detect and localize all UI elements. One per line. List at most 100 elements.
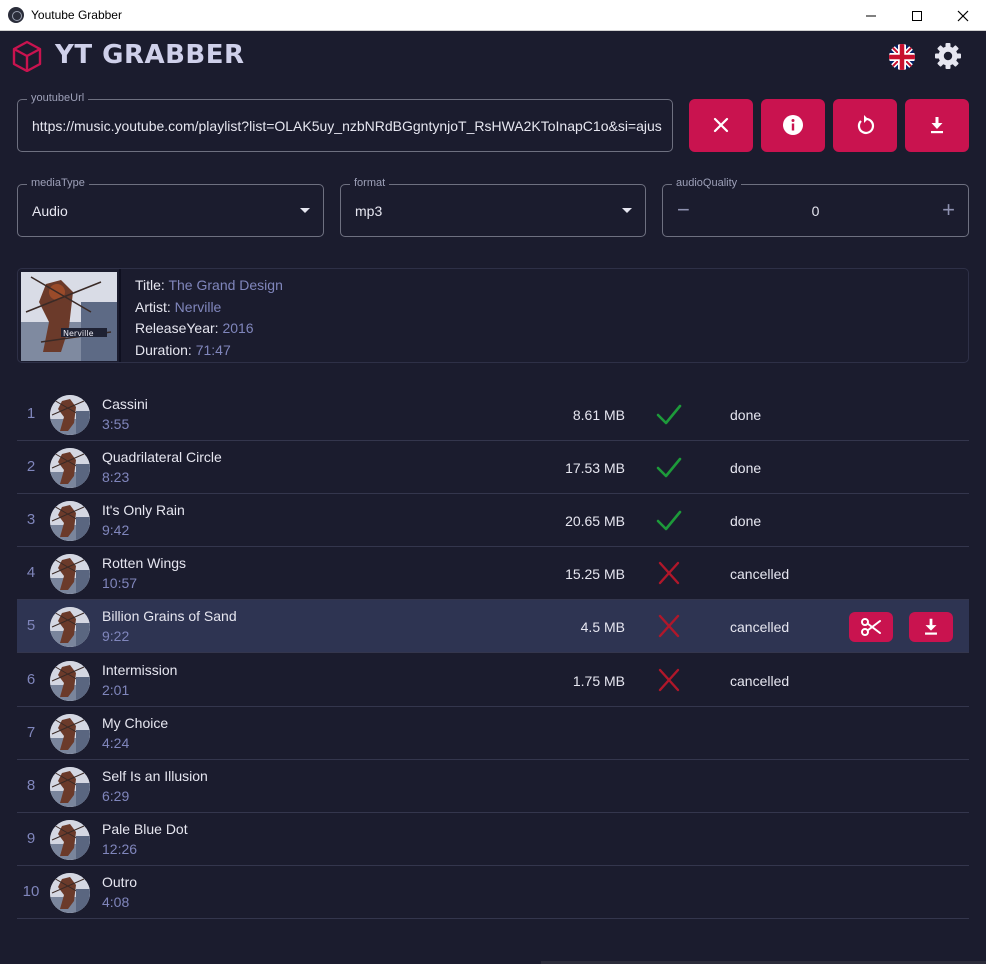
- minimize-button[interactable]: [848, 0, 894, 31]
- track-duration: 2:01: [102, 681, 130, 698]
- media-type-label: mediaType: [27, 177, 89, 189]
- track-title: Rotten Wings: [102, 555, 187, 572]
- track-duration: 4:24: [102, 734, 130, 751]
- track-size: 17.53 MB: [565, 460, 625, 477]
- track-duration: 6:29: [102, 787, 130, 804]
- youtube-url-label: youtubeUrl: [27, 92, 89, 104]
- track-thumbnail: [50, 660, 90, 701]
- chevron-down-icon: [622, 208, 632, 213]
- track-number: 6: [26, 670, 36, 688]
- track-row[interactable]: 7 My Choice 4:24: [17, 707, 969, 760]
- maximize-button[interactable]: [894, 0, 940, 31]
- track-number: 8: [26, 776, 36, 794]
- track-thumbnail: [50, 766, 90, 807]
- cross-icon: [658, 562, 680, 585]
- increment-button[interactable]: +: [942, 199, 955, 221]
- track-row[interactable]: 3 It's Only Rain 9:42 20.65 MB done: [17, 494, 969, 548]
- scissors-icon: [861, 618, 881, 637]
- album-info-card: Nerville Title: The Grand Design Artist:…: [17, 268, 969, 363]
- cube-logo-icon: [12, 40, 42, 72]
- gear-icon[interactable]: [934, 42, 962, 70]
- track-number: 1: [26, 405, 36, 422]
- track-title: Self Is an Illusion: [102, 767, 208, 784]
- track-title: My Choice: [102, 714, 169, 731]
- track-row[interactable]: 4 Rotten Wings 10:57 15.25 MB cancelled: [17, 547, 969, 601]
- track-thumbnail: [50, 872, 90, 913]
- track-thumbnail: [50, 554, 90, 595]
- info-icon: [783, 115, 803, 135]
- download-icon: [931, 117, 943, 134]
- download-button[interactable]: [905, 99, 969, 152]
- track-title: Outro: [102, 873, 138, 890]
- minimize-icon: [866, 15, 876, 17]
- track-size: 1.75 MB: [572, 672, 625, 689]
- track-size: 15.25 MB: [565, 566, 625, 583]
- format-value: mp3: [355, 203, 383, 219]
- media-type-select[interactable]: mediaType Audio: [17, 177, 324, 237]
- format-select[interactable]: format mp3: [340, 177, 646, 237]
- track-title: Intermission: [102, 661, 178, 678]
- album-cover-image: Nerville: [21, 272, 117, 361]
- album-artist: Nerville: [174, 299, 222, 315]
- audio-quality-label: audioQuality: [672, 177, 742, 189]
- clear-button[interactable]: [689, 99, 753, 152]
- track-row[interactable]: 6 Intermission 2:01 1.75 MB cancelled: [17, 654, 969, 707]
- app-logo-text: YT GRABBER: [55, 40, 245, 70]
- reset-button[interactable]: [833, 99, 897, 152]
- format-label: format: [350, 177, 390, 189]
- cross-icon: [658, 615, 680, 638]
- info-button[interactable]: [761, 99, 825, 152]
- track-duration: 3:55: [102, 416, 130, 432]
- album-artist-row: Artist: Nerville: [135, 299, 222, 315]
- track-row[interactable]: 9 Pale Blue Dot 12:26: [17, 813, 969, 866]
- track-number: 2: [26, 458, 36, 476]
- reset-icon: [857, 115, 874, 134]
- track-thumbnail: [50, 607, 90, 648]
- track-size: 20.65 MB: [565, 513, 625, 530]
- track-thumbnail: [50, 448, 90, 489]
- window-title: Youtube Grabber: [31, 8, 122, 22]
- album-duration-row: Duration: 71:47: [135, 342, 231, 358]
- track-duration: 8:23: [102, 469, 130, 486]
- track-title: Cassini: [102, 396, 148, 412]
- chevron-down-icon: [300, 208, 310, 213]
- track-status: cancelled: [730, 619, 790, 636]
- album-duration: 71:47: [195, 342, 231, 358]
- window-titlebar: Youtube Grabber: [0, 0, 986, 31]
- audio-quality-value: 0: [811, 203, 820, 219]
- checkmark-icon: [656, 457, 682, 478]
- track-row[interactable]: 10 Outro 4:08: [17, 866, 969, 919]
- track-download-button[interactable]: [909, 612, 953, 643]
- track-row[interactable]: 5 Billion Grains of Sand 9:22 4.5 MB cancell…: [17, 600, 969, 654]
- track-status: done: [730, 460, 762, 477]
- album-year-row: ReleaseYear: 2016: [135, 320, 254, 336]
- cut-button[interactable]: [849, 612, 893, 643]
- checkmark-icon: [656, 510, 682, 531]
- album-title-row: Title: The Grand Design: [135, 277, 283, 293]
- close-button[interactable]: [940, 0, 986, 31]
- track-duration: 10:57: [102, 575, 138, 592]
- track-row[interactable]: 2 Quadrilateral Circle 8:23 17.53 MB done: [17, 441, 969, 495]
- track-duration: 9:42: [102, 522, 130, 539]
- audio-quality-stepper[interactable]: audioQuality − 0 +: [662, 177, 969, 237]
- uk-flag-icon[interactable]: [889, 44, 915, 70]
- youtube-url-field[interactable]: youtubeUrl https://music.youtube.com/pla…: [17, 92, 673, 152]
- track-size: 4.5 MB: [580, 619, 625, 636]
- track-title: Quadrilateral Circle: [102, 449, 222, 466]
- track-row[interactable]: 8 Self Is an Illusion 6:29: [17, 760, 969, 813]
- download-icon: [925, 619, 937, 636]
- checkmark-icon: [656, 404, 682, 425]
- cross-icon: [658, 668, 680, 691]
- track-number: 3: [26, 511, 36, 529]
- track-status: cancelled: [730, 566, 790, 583]
- svg-text:Nerville: Nerville: [63, 329, 94, 338]
- app-icon: [8, 7, 24, 23]
- album-title: The Grand Design: [168, 277, 283, 293]
- track-status: done: [730, 513, 762, 530]
- clear-icon: [713, 117, 729, 133]
- close-icon: [957, 10, 969, 22]
- track-size: 8.61 MB: [572, 407, 625, 423]
- youtube-url-input[interactable]: https://music.youtube.com/playlist?list=…: [32, 118, 662, 134]
- track-number: 5: [26, 617, 36, 635]
- track-row[interactable]: 1 Cassini 3:55 8.61 MB done: [17, 388, 969, 441]
